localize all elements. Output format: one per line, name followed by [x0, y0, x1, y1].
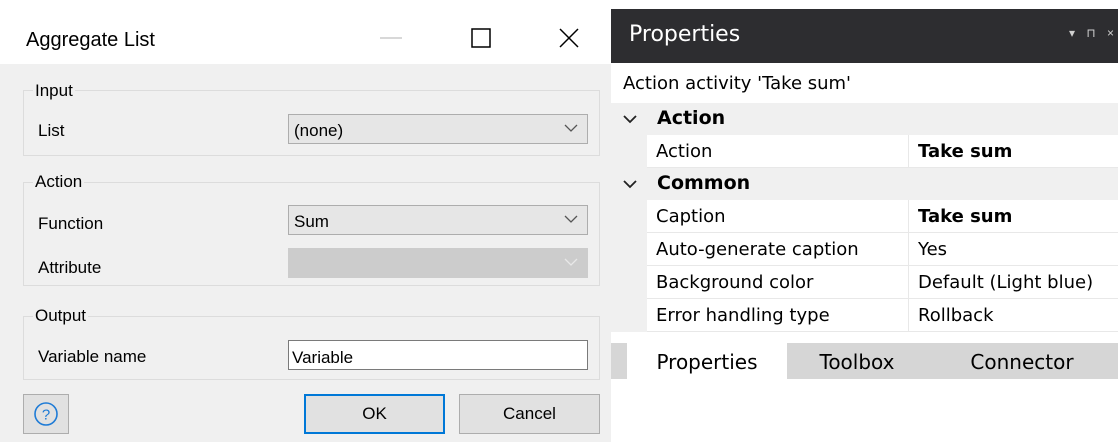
- attribute-dropdown[interactable]: [288, 248, 588, 278]
- input-group-label: Input: [33, 81, 75, 101]
- function-dropdown[interactable]: Sum: [288, 205, 588, 235]
- function-dropdown-value: Sum: [294, 212, 329, 231]
- property-name: Auto-generate caption: [647, 233, 909, 266]
- aggregate-list-dialog: Aggregate List Input List (none) Action …: [0, 0, 611, 442]
- property-value[interactable]: Take sum: [909, 200, 1118, 233]
- ok-button-label: OK: [362, 404, 387, 423]
- property-name: Background color: [647, 266, 909, 299]
- dialog-title: Aggregate List: [26, 29, 155, 51]
- properties-title: Properties: [629, 22, 741, 47]
- list-dropdown-value: (none): [294, 121, 344, 140]
- property-row-background-color[interactable]: Background color Default (Light blue): [611, 266, 1118, 299]
- row-gutter: [611, 266, 647, 299]
- close-button[interactable]: [544, 16, 594, 60]
- tab-toolbox[interactable]: Toolbox: [787, 343, 927, 379]
- dialog-body: Input List (none) Action Function Sum At…: [0, 64, 611, 442]
- help-icon: ?: [34, 402, 58, 426]
- chevron-down-icon: [623, 115, 637, 124]
- variable-name-label: Variable name: [38, 347, 147, 366]
- chevron-down-icon: [623, 180, 637, 189]
- row-gutter: [611, 299, 647, 332]
- minimize-button[interactable]: [366, 16, 416, 60]
- category-action[interactable]: Action: [611, 103, 1118, 135]
- pane-options-icon[interactable]: ▾ ⊓ ×: [1069, 26, 1118, 40]
- list-label: List: [38, 121, 65, 140]
- maximize-icon: [471, 28, 491, 48]
- tab-connector[interactable]: Connector: [927, 343, 1117, 379]
- chevron-down-icon: [564, 258, 578, 266]
- properties-subtitle: Action activity 'Take sum': [623, 73, 852, 94]
- maximize-button[interactable]: [456, 16, 506, 60]
- function-label: Function: [38, 214, 104, 233]
- category-common[interactable]: Common: [611, 168, 1118, 200]
- minimize-icon: [380, 37, 402, 39]
- row-gutter: [611, 135, 647, 168]
- header-top-strip: [611, 0, 1118, 9]
- row-gutter: [611, 233, 647, 266]
- property-value[interactable]: Rollback: [909, 299, 1118, 332]
- help-button[interactable]: ?: [23, 394, 69, 434]
- property-name: Caption: [647, 200, 909, 233]
- category-label: Action: [657, 107, 726, 129]
- cancel-button[interactable]: Cancel: [459, 394, 600, 434]
- row-gutter: [611, 200, 647, 233]
- property-row-action[interactable]: Action Take sum: [611, 135, 1118, 168]
- pane-tabstrip: Properties Toolbox Connector: [611, 343, 1118, 379]
- property-value[interactable]: Take sum: [909, 135, 1118, 168]
- property-row-error-handling-type[interactable]: Error handling type Rollback: [611, 299, 1118, 332]
- property-value[interactable]: Yes: [909, 233, 1118, 266]
- ok-button[interactable]: OK: [304, 394, 445, 434]
- property-row-auto-generate-caption[interactable]: Auto-generate caption Yes: [611, 233, 1118, 266]
- attribute-label: Attribute: [38, 258, 102, 277]
- category-label: Common: [657, 172, 751, 194]
- tab-properties[interactable]: Properties: [627, 343, 787, 379]
- property-name: Action: [647, 135, 909, 168]
- output-group-label: Output: [33, 306, 89, 326]
- property-value[interactable]: Default (Light blue): [909, 266, 1118, 299]
- chevron-down-icon: [564, 124, 578, 132]
- list-dropdown[interactable]: (none): [288, 114, 588, 144]
- properties-header: Properties ▾ ⊓ ×: [611, 0, 1118, 63]
- dialog-titlebar: Aggregate List: [0, 0, 611, 64]
- close-icon: [559, 28, 579, 48]
- variable-name-input[interactable]: [288, 340, 588, 370]
- properties-pane: Properties ▾ ⊓ × Action activity 'Take s…: [611, 0, 1118, 442]
- property-row-caption[interactable]: Caption Take sum: [611, 200, 1118, 233]
- property-name: Error handling type: [647, 299, 909, 332]
- chevron-down-icon: [564, 215, 578, 223]
- cancel-button-label: Cancel: [503, 404, 556, 423]
- action-group-label: Action: [33, 172, 85, 192]
- help-glyph: ?: [42, 407, 50, 424]
